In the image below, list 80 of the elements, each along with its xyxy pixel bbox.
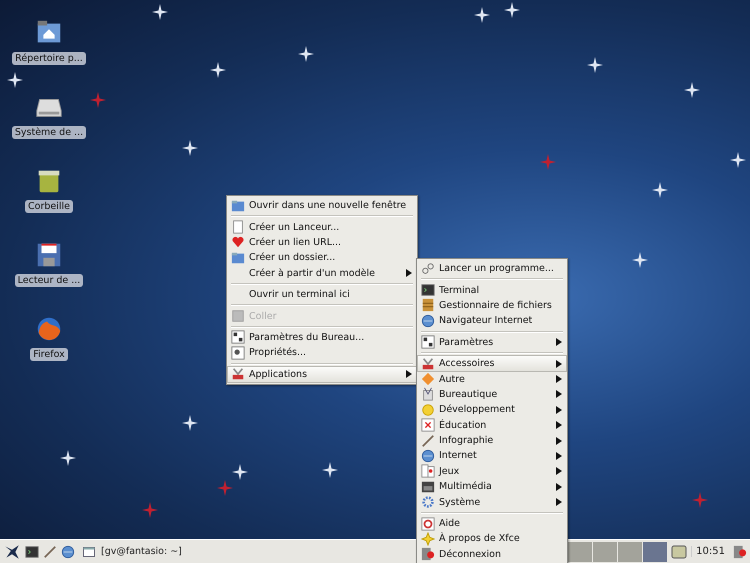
menu-item[interactable]: À propos de Xfce [418,531,566,547]
sparkle-icon [540,154,556,170]
sparkle-icon [322,462,338,478]
globe-icon [421,448,435,463]
task-button[interactable]: [gv@fantasio: ~] [79,546,186,557]
sparkle-icon [684,82,700,98]
menu-item[interactable]: Internet [418,448,566,464]
brush-icon [421,434,435,448]
film-icon [421,480,435,494]
menu-item[interactable]: Créer un dossier... [228,250,416,266]
desktop-icon-label[interactable]: Lecteur de ... [14,274,84,287]
cards-icon [421,464,435,478]
menu-item[interactable]: Créer un Lanceur... [228,219,416,235]
menu-item[interactable]: Développement [418,402,566,418]
workspace-button[interactable] [643,542,668,562]
sparkle-icon [217,480,233,496]
sparkle-icon [504,2,520,18]
sparkle-icon [142,502,158,518]
sparkle-icon [182,415,198,431]
menu-item[interactable]: Paramètres [418,334,566,350]
globe-icon [421,314,435,328]
menu-item[interactable]: Jeux [418,464,566,480]
menu-item[interactable]: Déconnexion [418,546,566,562]
menu-item[interactable]: Paramètres du Bureau... [228,330,416,346]
terminal-icon [421,283,435,298]
terminal-icon [25,544,39,558]
sparkle-icon [298,46,314,62]
menu-item[interactable]: Éducation [418,418,566,433]
menu-item[interactable]: Autre [418,371,566,387]
desktop-icon-label[interactable]: Système de ... [12,126,86,139]
sparkle-icon [587,57,603,73]
menu-item[interactable]: Aide [418,516,566,532]
brush-icon [43,544,57,558]
menu-item[interactable]: Ouvrir dans une nouvelle fenêtre [228,198,416,214]
workspace-button[interactable] [568,542,592,562]
menu-item[interactable]: Multimédia [418,479,566,494]
menu-item[interactable]: Lancer un programme... [418,261,566,276]
page-icon [231,220,245,234]
sparkle-icon [652,182,668,198]
menu-item[interactable]: Ouvrir un terminal ici [228,286,416,302]
desktop-icon-label[interactable]: Corbeille [25,200,73,213]
globe-icon [61,544,75,558]
sparkle-icon [182,140,198,156]
sparkle-icon [90,92,106,108]
menu-item[interactable]: Bureautique [418,386,566,402]
sparkle-icon [632,252,648,268]
cross-icon [421,418,435,432]
menu-item[interactable]: Infographie [418,432,566,448]
star-icon [421,532,435,546]
sparkle-icon [60,450,76,466]
clock: 10:51 [691,546,729,557]
grid-icon [421,335,435,350]
monitor-icon[interactable] [671,544,688,558]
menu-item[interactable]: Navigateur Internet [418,313,566,329]
sparkle-icon [152,4,168,20]
sparkle-icon [692,492,708,508]
sparkle-icon [474,7,490,23]
menu-item[interactable]: Système [418,494,566,510]
sparkle-icon [210,62,226,78]
sparkle-icon [730,152,746,168]
desktop-icon-label[interactable]: Firefox [30,348,68,361]
folder-icon [231,198,245,213]
heart-icon [231,235,245,250]
folder-icon [231,250,245,265]
menu-item[interactable]: Créer un lien URL... [228,234,416,250]
menu-item[interactable]: Applications [228,366,416,382]
menu-item[interactable]: Terminal [418,282,566,298]
menu-item[interactable]: Propriétés... [228,345,416,361]
cabinet-icon [421,298,435,312]
menu-item[interactable]: Accessoires [418,356,566,372]
gear-icon [421,495,435,510]
menu-item[interactable]: Gestionnaire de fichiers [418,298,566,314]
sparkle-icon [7,72,23,88]
menu-item[interactable]: Créer à partir d'un modèle [228,266,416,281]
diamond-icon [421,372,435,386]
desktop-icon-label[interactable]: Répertoire p... [12,52,86,65]
window-icon [83,546,95,556]
grid-icon [231,330,245,344]
sparkle-icon [232,464,248,480]
ball-icon [421,402,435,417]
